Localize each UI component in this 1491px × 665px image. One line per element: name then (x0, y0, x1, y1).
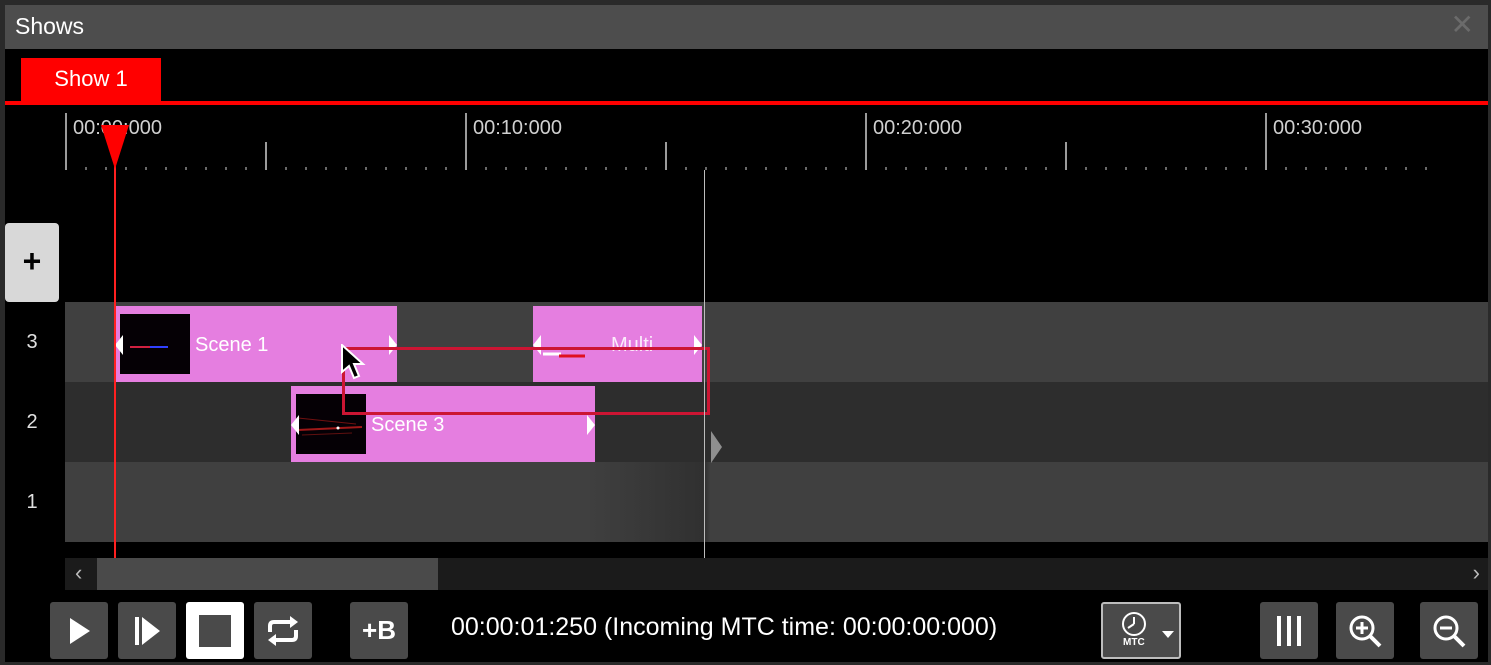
tab-show-1[interactable]: Show 1 (21, 58, 161, 103)
track-number: 2 (26, 411, 38, 433)
zoom-in-button[interactable] (1336, 602, 1394, 659)
zoom-out-icon (1433, 615, 1466, 647)
track-1-lane[interactable] (65, 462, 1488, 542)
timecode-source-dropdown[interactable]: MTC (1101, 602, 1181, 659)
window-title: Shows (15, 13, 85, 39)
scrollbar-thumb[interactable] (97, 558, 438, 590)
blackout-label: +B (362, 615, 396, 645)
playhead-handle[interactable] (101, 125, 129, 169)
step-forward-button[interactable] (118, 602, 176, 659)
track-number: 3 (26, 331, 38, 353)
clip-label: Scene 3 (371, 414, 445, 436)
columns-icon (1277, 615, 1301, 646)
ruler-ticks (65, 113, 1427, 170)
mouse-pointer-icon (341, 344, 366, 380)
clip-label: Scene 1 (195, 334, 269, 356)
clip-trim-left-handle[interactable] (291, 415, 299, 435)
zoom-out-button[interactable] (1420, 602, 1478, 659)
add-track-button[interactable]: + (5, 223, 59, 302)
step-play-icon (135, 616, 160, 645)
mtc-label: MTC (1123, 637, 1145, 648)
stop-button[interactable] (186, 602, 244, 659)
play-button[interactable] (50, 602, 108, 659)
clip-trim-right-handle[interactable] (587, 415, 595, 435)
close-icon[interactable]: ✕ (1451, 11, 1474, 39)
time-readout: 00:00:01:250 (Incoming MTC time: 00:00:0… (451, 613, 998, 641)
chevron-down-icon (1162, 631, 1174, 638)
title-bar: Shows ✕ (5, 5, 1488, 49)
ruler-label: 00:20:000 (873, 117, 962, 139)
loop-icon (268, 615, 298, 646)
shows-window: Shows ✕ Show 1 00:00:000 00:10:000 00:20… (5, 5, 1488, 662)
play-icon (70, 617, 90, 644)
columns-button[interactable] (1260, 602, 1318, 659)
selection-rectangle (342, 347, 710, 415)
show-end-arrow-icon[interactable] (711, 431, 722, 463)
show-end-marker (704, 170, 705, 558)
scroll-right-icon[interactable]: › (1473, 562, 1480, 584)
track-2-lane[interactable] (65, 382, 1488, 462)
track-number: 1 (26, 491, 38, 513)
thumbnail-preview-icon (130, 346, 168, 348)
playhead-line (114, 125, 116, 558)
horizontal-scrollbar[interactable]: ‹ › (65, 558, 1488, 590)
ruler-label: 00:30:000 (1273, 117, 1362, 139)
time-ruler[interactable]: 00:00:000 00:10:000 00:20:000 00:30:000 (65, 105, 1488, 175)
blackout-button[interactable]: +B (350, 602, 408, 659)
stop-icon (199, 614, 231, 647)
clip-thumbnail (120, 314, 190, 374)
zoom-in-icon (1349, 615, 1382, 647)
clip-trim-left-handle[interactable] (115, 335, 123, 355)
scroll-left-icon[interactable]: ‹ (75, 562, 82, 584)
loop-button[interactable] (254, 602, 312, 659)
ruler-label: 00:10:000 (473, 117, 562, 139)
